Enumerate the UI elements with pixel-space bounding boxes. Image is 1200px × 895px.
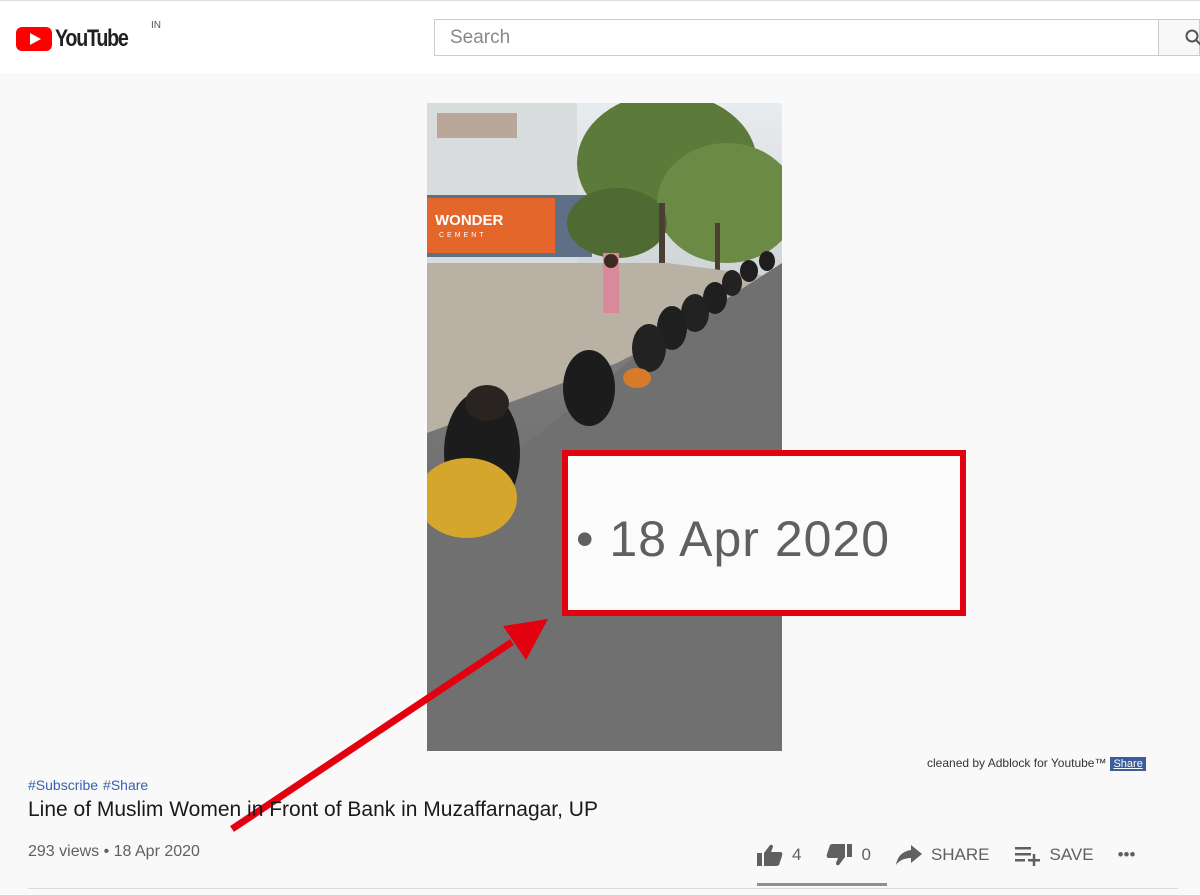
- thumbs-up-icon: [757, 844, 783, 866]
- country-code: IN: [151, 20, 161, 31]
- like-count: 4: [792, 845, 802, 864]
- hashtags: #Subscribe #Share: [28, 777, 153, 793]
- dislike-button[interactable]: 0: [825, 843, 871, 867]
- hashtag-share[interactable]: #Share: [103, 777, 148, 793]
- more-icon: •••: [1117, 845, 1136, 864]
- video-player[interactable]: WONDER CEMENT: [427, 103, 782, 751]
- dislike-count: 0: [861, 845, 871, 864]
- hashtag-subscribe[interactable]: #Subscribe: [28, 777, 98, 793]
- masthead: YouTube IN: [0, 0, 1200, 73]
- divider: [28, 888, 1178, 889]
- like-dislike-bar: [757, 883, 887, 886]
- credit-share-link[interactable]: Share: [1110, 756, 1146, 771]
- date-highlight-box: • 18 Apr 2020: [562, 450, 966, 616]
- search-button[interactable]: [1158, 19, 1200, 56]
- logo-text: YouTube: [55, 25, 129, 52]
- video-actions: 4 0 SHARE SAVE •••: [756, 840, 1159, 870]
- share-icon: [895, 845, 922, 865]
- banner-text: WONDER: [435, 212, 503, 229]
- adblock-credit: cleaned by Adblock for Youtube™ Share: [927, 756, 1146, 771]
- search-icon: [1185, 29, 1200, 46]
- search-box: [434, 19, 1158, 56]
- video-frame-image: WONDER CEMENT: [427, 103, 782, 751]
- share-label: SHARE: [930, 845, 990, 864]
- view-count-date: 293 views • 18 Apr 2020: [28, 843, 200, 860]
- save-button[interactable]: SAVE: [1014, 844, 1094, 866]
- credit-text: cleaned by Adblock for Youtube™: [927, 756, 1107, 770]
- playlist-add-icon: [1014, 847, 1040, 866]
- banner-subtext: CEMENT: [439, 232, 487, 239]
- thumbs-down-icon: [827, 844, 853, 866]
- video-title: Line of Muslim Women in Front of Bank in…: [28, 798, 598, 821]
- zoomed-upload-date: • 18 Apr 2020: [576, 511, 891, 567]
- save-label: SAVE: [1049, 845, 1094, 864]
- youtube-play-icon: [16, 27, 52, 51]
- share-button[interactable]: SHARE: [895, 844, 990, 866]
- search-input[interactable]: [435, 20, 1158, 55]
- like-button[interactable]: 4: [756, 843, 801, 867]
- more-actions-button[interactable]: •••: [1118, 845, 1136, 865]
- youtube-logo[interactable]: YouTube IN: [16, 20, 161, 53]
